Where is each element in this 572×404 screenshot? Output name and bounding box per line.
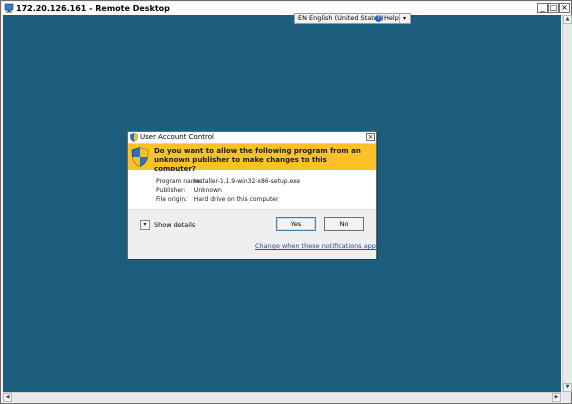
- yes-button[interactable]: Yes: [276, 217, 316, 231]
- language-bar[interactable]: EN English (United States) ? Help ▾: [294, 13, 411, 24]
- resize-grip[interactable]: [562, 392, 571, 401]
- shield-icon: [131, 147, 149, 167]
- warning-banner: Do you want to allow the following progr…: [128, 144, 376, 173]
- window-title: 172.20.126.161 - Remote Desktop: [16, 4, 170, 13]
- no-button[interactable]: No: [324, 217, 364, 231]
- language-indicator[interactable]: EN English (United States): [298, 14, 384, 23]
- uac-question: Do you want to allow the following progr…: [154, 147, 361, 173]
- detail-row-publisher: Publisher: Unknown: [156, 186, 222, 195]
- detail-row-program: Program name: installer-1.1.9-win32-x86-…: [156, 177, 300, 186]
- dialog-titlebar[interactable]: User Account Control ×: [128, 132, 376, 144]
- language-bar-options[interactable]: ▾: [399, 14, 409, 23]
- dialog-footer: ▾ Show details Yes No Change when these …: [128, 209, 387, 259]
- show-details-button[interactable]: Show details: [154, 220, 195, 230]
- window-titlebar[interactable]: 172.20.126.161 - Remote Desktop _ □ ×: [2, 2, 570, 16]
- help-icon[interactable]: ?: [375, 15, 382, 22]
- detail-value: Hard drive on this computer: [193, 196, 279, 203]
- horizontal-scrollbar[interactable]: ◀ ▶: [3, 392, 561, 402]
- scroll-down-icon[interactable]: ▼: [563, 383, 572, 392]
- detail-row-origin: File origin: Hard drive on this computer: [156, 195, 278, 204]
- dialog-title: User Account Control: [140, 133, 214, 141]
- language-bar-help[interactable]: Help: [384, 14, 399, 23]
- scroll-right-icon[interactable]: ▶: [552, 393, 561, 402]
- detail-label: Publisher:: [156, 187, 186, 194]
- uac-dialog: User Account Control × Do you want to al…: [127, 131, 387, 259]
- shield-icon: [130, 133, 138, 142]
- close-button[interactable]: ×: [559, 3, 570, 13]
- detail-label: File origin:: [156, 196, 188, 203]
- remote-desktop-icon: [4, 3, 14, 13]
- detail-value: installer-1.1.9-win32-x86-setup.exe: [193, 178, 301, 185]
- minimize-button[interactable]: _: [537, 3, 548, 13]
- dialog-close-button[interactable]: ×: [366, 133, 375, 141]
- scroll-up-icon[interactable]: ▲: [563, 15, 572, 24]
- maximize-button[interactable]: □: [548, 3, 559, 13]
- detail-label: Program name:: [156, 178, 203, 185]
- detail-value: Unknown: [193, 187, 222, 194]
- remote-desktop-window: 172.20.126.161 - Remote Desktop _ □ × ▲ …: [0, 0, 572, 404]
- chevron-down-icon[interactable]: ▾: [140, 220, 150, 230]
- notification-settings-link[interactable]: Change when these notifications appear: [255, 242, 387, 251]
- vertical-scrollbar[interactable]: ▲ ▼: [562, 15, 572, 392]
- scroll-left-icon[interactable]: ◀: [3, 393, 12, 402]
